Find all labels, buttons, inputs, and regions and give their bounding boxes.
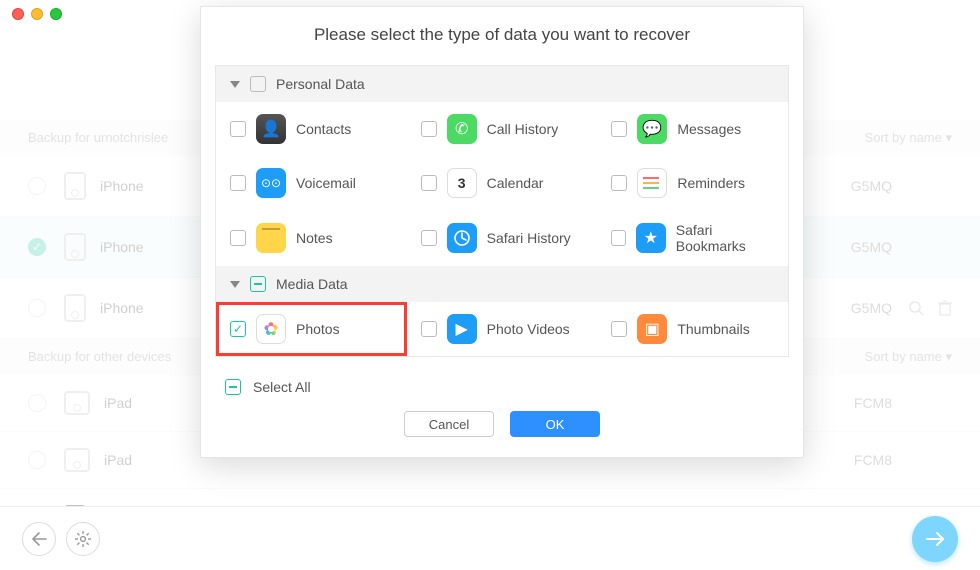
item-label: Safari Bookmarks [676,222,774,254]
item-thumbnails[interactable]: ▣ Thumbnails [597,302,788,356]
item-call-history[interactable]: ✆ Call History [407,102,598,156]
voicemail-icon: ⊙⊙ [256,168,286,198]
item-messages[interactable]: 💬 Messages [597,102,788,156]
category-grid-personal: 👤 Contacts ✆ Call History 💬 Messages ⊙⊙ … [216,102,788,266]
sort-dropdown[interactable]: Sort by name ▾ [865,130,952,146]
back-button[interactable] [22,522,56,556]
checkbox[interactable] [611,175,627,191]
item-voicemail[interactable]: ⊙⊙ Voicemail [216,156,407,210]
sort-dropdown[interactable]: Sort by name ▾ [865,349,952,365]
checkbox[interactable] [230,321,246,337]
radio-icon[interactable] [28,299,46,317]
checkbox[interactable] [230,175,246,191]
category-header-personal[interactable]: Personal Data [216,66,788,102]
item-photo-videos[interactable]: ▶ Photo Videos [407,302,598,356]
item-label: Call History [487,121,559,137]
checkbox[interactable] [421,230,437,246]
item-label: Photo Videos [487,321,570,337]
select-all-label: Select All [253,379,311,395]
thumbnails-icon: ▣ [637,314,667,344]
checkbox[interactable] [421,175,437,191]
chevron-down-icon [230,81,240,88]
iphone-icon [64,294,86,322]
trash-icon[interactable] [938,300,952,316]
safari-history-icon [447,223,477,253]
checkbox[interactable] [421,121,437,137]
settings-button[interactable] [66,522,100,556]
checkbox[interactable] [230,121,246,137]
category-checkbox[interactable] [250,76,266,92]
category-grid-media: ✿ Photos ▶ Photo Videos ▣ Thumbnails [216,302,788,356]
category-checkbox[interactable] [250,276,266,292]
item-calendar[interactable]: 3 Calendar [407,156,598,210]
item-label: Notes [296,230,333,246]
checkbox[interactable] [611,121,627,137]
checkbox[interactable] [230,230,246,246]
item-label: Calendar [487,175,544,191]
item-safari-bookmarks[interactable]: ★ Safari Bookmarks [597,210,788,266]
search-icon[interactable] [908,300,924,316]
category-label: Media Data [276,276,348,292]
item-contacts[interactable]: 👤 Contacts [216,102,407,156]
calendar-icon: 3 [447,168,477,198]
modal-buttons: Cancel OK [201,405,803,441]
section-title: Backup for other devices [28,349,171,365]
safari-bookmarks-icon: ★ [636,223,666,253]
contacts-icon: 👤 [256,114,286,144]
messages-icon: 💬 [637,114,667,144]
photos-icon: ✿ [256,314,286,344]
recover-type-modal: Please select the type of data you want … [200,6,804,458]
zoom-icon[interactable] [50,8,62,20]
item-label: Reminders [677,175,745,191]
item-label: Voicemail [296,175,356,191]
select-all-row[interactable]: Select All [201,367,803,405]
cancel-button[interactable]: Cancel [404,411,494,437]
ipad-icon [64,448,90,472]
category-header-media[interactable]: Media Data [216,266,788,302]
item-label: Photos [296,321,340,337]
category-label: Personal Data [276,76,365,92]
item-label: Safari History [487,230,571,246]
phone-icon: ✆ [447,114,477,144]
item-label: Thumbnails [677,321,749,337]
item-safari-history[interactable]: Safari History [407,210,598,266]
notes-icon [256,223,286,253]
checkbox[interactable] [421,321,437,337]
item-label: Contacts [296,121,351,137]
checkbox[interactable] [611,230,625,246]
photo-videos-icon: ▶ [447,314,477,344]
next-button[interactable] [912,516,958,562]
close-icon[interactable] [12,8,24,20]
category-table: Personal Data 👤 Contacts ✆ Call History … [215,65,789,357]
item-label: Messages [677,121,741,137]
minimize-icon[interactable] [31,8,43,20]
window-controls [12,8,62,20]
item-photos[interactable]: ✿ Photos [216,302,407,356]
radio-icon[interactable] [28,394,46,412]
radio-icon[interactable] [28,177,46,195]
section-title: Backup for urnotchrislee [28,130,168,146]
ok-button[interactable]: OK [510,411,600,437]
ipad-icon [64,391,90,415]
iphone-icon [64,233,86,261]
radio-icon[interactable] [28,238,46,256]
chevron-down-icon [230,281,240,288]
checkbox[interactable] [611,321,627,337]
modal-title: Please select the type of data you want … [201,7,803,65]
item-notes[interactable]: Notes [216,210,407,266]
reminders-icon [637,168,667,198]
bottom-bar [0,506,980,570]
radio-icon[interactable] [28,451,46,469]
iphone-icon [64,172,86,200]
select-all-checkbox[interactable] [225,379,241,395]
item-reminders[interactable]: Reminders [597,156,788,210]
